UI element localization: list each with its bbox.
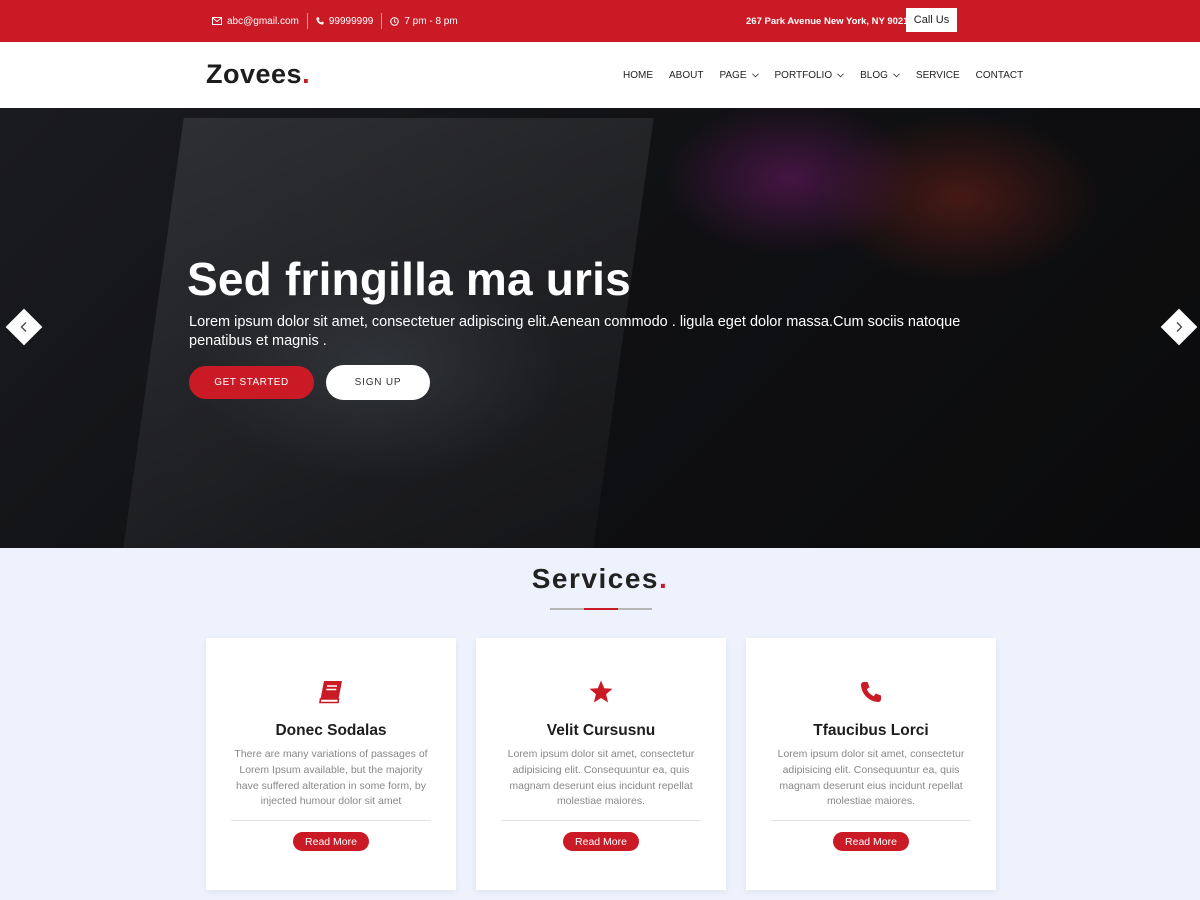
chevron-down-icon <box>893 72 900 77</box>
nav-label: BLOG <box>860 69 888 81</box>
chevron-left-icon <box>20 322 27 332</box>
hours-text: 7 pm - 8 pm <box>404 15 458 27</box>
heading-underline <box>550 608 652 610</box>
read-more-button[interactable]: Read More <box>293 832 369 851</box>
nav-label: ABOUT <box>669 69 704 81</box>
services-title-dot: . <box>658 563 669 594</box>
nav-service[interactable]: SERVICE <box>916 70 960 81</box>
services-heading: Services. <box>0 563 1200 595</box>
star-icon <box>589 680 613 703</box>
call-us-button[interactable]: Call Us <box>906 8 957 32</box>
service-card: Tfaucibus Lorci Lorem ipsum dolor sit am… <box>746 638 996 890</box>
divider <box>381 13 383 29</box>
service-title: Velit Cursusnu <box>546 722 656 739</box>
card-divider <box>501 820 701 821</box>
heading-underline-accent <box>584 608 618 610</box>
nav-contact[interactable]: CONTACT <box>976 70 1024 81</box>
logo[interactable]: Zovees. <box>206 59 310 90</box>
service-description: There are many variations of passages of… <box>234 748 428 808</box>
service-description: Lorem ipsum dolor sit amet, consectetur … <box>777 748 965 808</box>
nav-portfolio[interactable]: PORTFOLIO <box>775 70 845 81</box>
service-description: Lorem ipsum dolor sit amet, consectetur … <box>507 748 695 808</box>
card-divider <box>771 820 971 821</box>
site-header: Zovees. HOME ABOUT PAGE PORTFOLIO BLOG S… <box>0 42 1200 108</box>
service-title: Donec Sodalas <box>275 722 387 739</box>
hero-title: Sed fringilla ma uris <box>187 253 631 305</box>
card-divider <box>231 820 431 821</box>
nav-label: PAGE <box>719 69 747 81</box>
nav-label: PORTFOLIO <box>774 69 833 81</box>
sign-up-button[interactable]: SIGN UP <box>326 365 430 400</box>
nav-about[interactable]: ABOUT <box>669 70 703 81</box>
service-title: Tfaucibus Lorci <box>813 722 929 739</box>
email-text: abc@gmail.com <box>227 15 299 27</box>
service-card: Velit Cursusnu Lorem ipsum dolor sit ame… <box>476 638 726 890</box>
hours-info: 7 pm - 8 pm <box>390 15 458 27</box>
envelope-icon <box>212 17 222 25</box>
logo-dot: . <box>302 59 311 89</box>
divider <box>306 13 308 29</box>
book-icon <box>319 681 342 704</box>
nav-label: HOME <box>623 69 653 81</box>
phone-icon <box>861 682 881 702</box>
nav-label: SERVICE <box>915 69 960 81</box>
hero-slider: Sed fringilla ma uris Lorem ipsum dolor … <box>0 108 1200 548</box>
chevron-down-icon <box>751 72 759 77</box>
hero-text: Lorem ipsum dolor sit amet, consectetuer… <box>189 314 961 349</box>
phone-text: 99999999 <box>328 15 374 27</box>
clock-icon <box>390 16 400 26</box>
nav-label: CONTACT <box>975 69 1024 81</box>
address-text: 267 Park Avenue New York, NY 90210 <box>746 15 914 27</box>
nav-page[interactable]: PAGE <box>719 69 759 81</box>
read-more-button[interactable]: Read More <box>563 832 639 851</box>
logo-text: Zovees <box>206 59 303 89</box>
contact-info: abc@gmail.com 99999999 7 pm - 8 pm <box>212 0 458 42</box>
phone-info[interactable]: 99999999 <box>316 15 374 27</box>
phone-icon <box>316 17 324 25</box>
nav-home[interactable]: HOME <box>623 70 653 81</box>
top-bar: abc@gmail.com 99999999 7 pm - 8 pm 267 P… <box>0 0 1200 42</box>
service-card: Donec Sodalas There are many variations … <box>206 638 456 890</box>
chevron-down-icon <box>837 72 844 77</box>
main-nav: HOME ABOUT PAGE PORTFOLIO BLOG SERVICE C… <box>623 42 1023 108</box>
get-started-button[interactable]: GET STARTED <box>189 366 314 399</box>
email-info[interactable]: abc@gmail.com <box>212 16 299 27</box>
nav-blog[interactable]: BLOG <box>860 70 900 81</box>
services-title: Services <box>531 563 659 594</box>
chevron-right-icon <box>1176 322 1183 332</box>
read-more-button[interactable]: Read More <box>833 832 909 851</box>
